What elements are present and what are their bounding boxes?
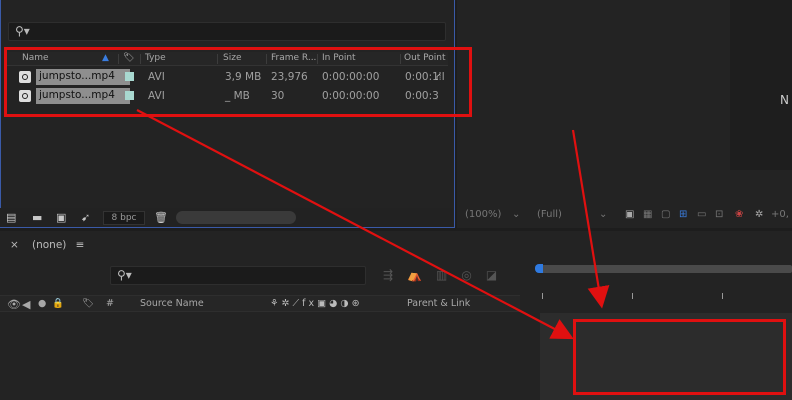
draft-3d-icon[interactable]: ⛺ (407, 268, 436, 282)
timeline-column-header: 👁 ◀ ● 🔒 🏷 # Source Name ⚘✲⟋fx▣◕◑⊛ Parent… (0, 295, 520, 312)
timeline-search-input[interactable]: ⚲▾ (110, 266, 366, 285)
timeline-tab[interactable]: × (none) ≡ (10, 239, 84, 251)
bit-depth-button[interactable]: 8 bpc (103, 211, 145, 225)
grid-icon[interactable]: ⊞ (679, 209, 687, 220)
side-text: N (780, 93, 789, 107)
search-icon: ⚲▾ (117, 268, 132, 282)
region-icon[interactable]: ▭ (697, 209, 706, 220)
motion-blur-icon[interactable]: ◎ (461, 268, 485, 282)
annotation-box-timeline-target (573, 319, 786, 395)
col-parent-link[interactable]: Parent & Link (407, 298, 470, 309)
snapshot-icon[interactable]: ▣ (625, 209, 634, 220)
render-queue-icon[interactable]: ➹ (81, 211, 90, 224)
timeline-switches: ⇶⛺▥◎◪ (383, 268, 511, 282)
col-source-name[interactable]: Source Name (140, 298, 204, 309)
solo-icon[interactable]: ● (38, 298, 46, 309)
magnification-dropdown[interactable]: (100%) (465, 209, 501, 220)
layer-switches-icon[interactable]: ⚘✲⟋fx▣◕◑⊛ (270, 298, 363, 309)
resolution-dropdown[interactable]: (Full) (537, 209, 562, 220)
new-folder-icon[interactable]: ▬ (32, 211, 42, 224)
label-tag-icon[interactable]: 🏷 (82, 298, 94, 309)
interpret-footage-icon[interactable]: ▤ (6, 211, 16, 224)
eye-icon[interactable]: 👁 (7, 298, 21, 311)
panel-menu-icon[interactable]: ≡ (76, 239, 85, 251)
comp-flowchart-icon[interactable]: ⇶ (383, 268, 407, 282)
time-navigator-bar[interactable] (540, 265, 792, 273)
color-channels-icon[interactable]: ❀ (735, 209, 743, 220)
trash-icon[interactable]: 🗑 (154, 211, 168, 224)
guides-icon[interactable]: ⊡ (715, 209, 723, 220)
horizontal-scrollbar[interactable] (176, 211, 296, 224)
lock-icon[interactable]: 🔒 (52, 298, 64, 309)
chevron-down-icon[interactable]: ⌄ (599, 209, 607, 220)
project-footer: ▤ ▬ ▣ ➹ 8 bpc 🗑 (0, 208, 453, 227)
mask-icon[interactable]: ▢ (661, 209, 670, 220)
search-icon: ⚲▾ (15, 24, 30, 38)
viewer-side-panel: N (730, 0, 792, 170)
exposure-reset-icon[interactable]: ✲ (755, 209, 763, 220)
time-navigator-start-handle[interactable] (535, 264, 543, 273)
exposure-value[interactable]: +0, (771, 209, 789, 220)
graph-editor-icon[interactable]: ◪ (486, 268, 511, 282)
close-icon[interactable]: × (10, 239, 19, 251)
transparency-grid-icon[interactable]: ▦ (643, 209, 652, 220)
new-composition-icon[interactable]: ▣ (56, 211, 66, 224)
viewer-toolbar: (100%) ⌄ (Full) ⌄ ▣ ▦ ▢ ⊞ ▭ ⊡ ❀ ✲ +0, (457, 205, 792, 227)
ruler-tick (542, 293, 543, 299)
ruler-tick (632, 293, 633, 299)
shy-layers-icon[interactable]: ▥ (436, 268, 461, 282)
ruler-tick (722, 293, 723, 299)
chevron-down-icon[interactable]: ⌄ (512, 209, 520, 220)
annotation-box-project-items (4, 47, 472, 117)
audio-icon[interactable]: ◀ (22, 298, 30, 311)
col-layer-number[interactable]: # (106, 298, 114, 309)
tab-label: (none) (32, 239, 67, 251)
project-search-input[interactable]: ⚲▾ (8, 22, 446, 41)
